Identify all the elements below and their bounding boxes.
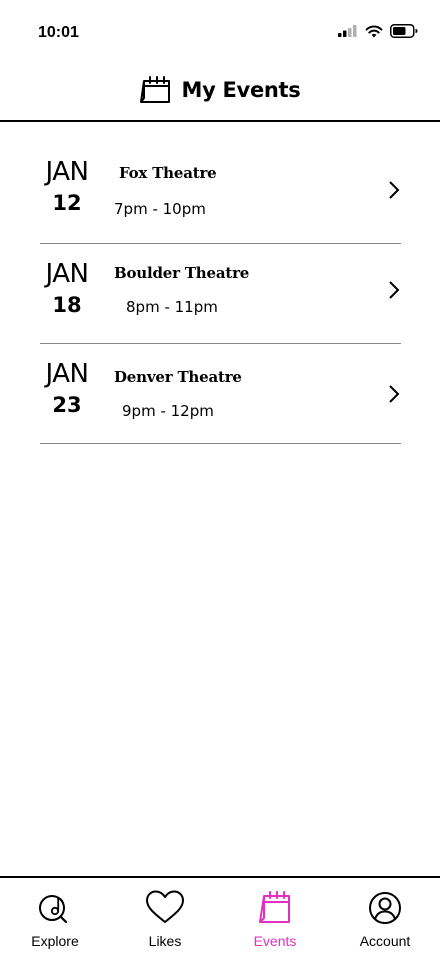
account-icon: [369, 892, 401, 924]
tab-account[interactable]: Account: [330, 878, 440, 956]
status-bar: 10:01: [0, 0, 440, 60]
tab-label: Explore: [31, 933, 79, 949]
wifi-icon: [365, 25, 383, 37]
event-row[interactable]: JAN 23 Denver Theatre 9pm - 12pm: [40, 344, 401, 444]
calendar-icon: [259, 891, 290, 923]
tab-label: Likes: [148, 933, 182, 949]
calendar-icon: [139, 76, 170, 103]
event-venue: Fox Theatre: [119, 164, 217, 182]
tab-label: Events: [253, 933, 297, 949]
status-icons: [338, 24, 418, 38]
event-day: 18: [52, 293, 82, 317]
status-time: 10:01: [38, 24, 79, 41]
chevron-right-icon[interactable]: [387, 280, 401, 300]
heart-icon: [146, 890, 184, 923]
event-row[interactable]: JAN 12 Fox Theatre 7pm - 10pm: [40, 140, 401, 244]
event-venue: Denver Theatre: [114, 368, 242, 386]
music-search-icon: [39, 895, 68, 924]
tab-events[interactable]: Events: [220, 878, 330, 956]
event-time: 8pm - 11pm: [126, 298, 218, 316]
cellular-signal-icon: [338, 25, 357, 37]
tab-bar: Explore Likes Events Account: [0, 876, 440, 956]
event-month: JAN: [45, 359, 89, 389]
event-time: 7pm - 10pm: [114, 200, 206, 218]
event-list: JAN 12 Fox Theatre 7pm - 10pm JAN 18 Bou…: [40, 140, 401, 444]
page-header: My Events: [0, 60, 440, 122]
event-date: JAN 12: [40, 158, 94, 216]
tab-label: Account: [359, 933, 411, 949]
chevron-right-icon[interactable]: [387, 180, 401, 200]
chevron-right-icon[interactable]: [387, 384, 401, 404]
event-row[interactable]: JAN 18 Boulder Theatre 8pm - 11pm: [40, 244, 401, 344]
battery-icon: [390, 24, 418, 38]
event-month: JAN: [45, 157, 89, 187]
event-date: JAN 23: [40, 360, 94, 418]
page-title: My Events: [181, 78, 301, 102]
tab-explore[interactable]: Explore: [0, 878, 110, 956]
event-day: 12: [52, 191, 82, 215]
event-time: 9pm - 12pm: [122, 402, 214, 420]
event-month: JAN: [45, 259, 89, 289]
event-day: 23: [52, 393, 82, 417]
tab-likes[interactable]: Likes: [110, 878, 220, 956]
event-date: JAN 18: [40, 260, 94, 318]
event-venue: Boulder Theatre: [114, 264, 250, 282]
